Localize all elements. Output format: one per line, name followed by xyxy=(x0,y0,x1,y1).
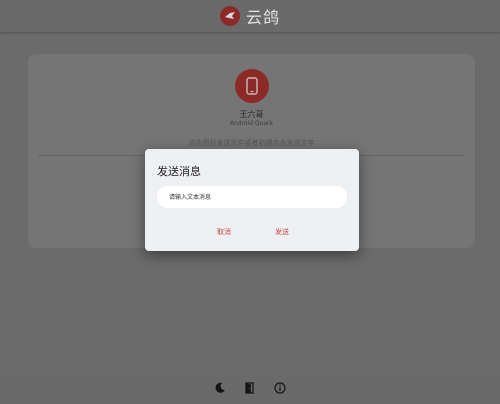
pigeon-logo-icon xyxy=(219,6,240,26)
device-avatar[interactable] xyxy=(235,69,269,103)
bottom-toolbar xyxy=(0,372,500,404)
send-button[interactable]: 发送 xyxy=(271,225,293,239)
message-input[interactable] xyxy=(157,186,347,208)
smartphone-icon xyxy=(246,77,258,95)
door-icon[interactable] xyxy=(242,380,258,396)
moon-icon[interactable] xyxy=(212,380,228,396)
send-hint: 点击图标发送文件或者右键点击发送文字 xyxy=(188,139,315,147)
send-message-dialog: 发送消息 取消 发送 xyxy=(145,149,359,251)
info-icon[interactable] xyxy=(272,380,288,396)
cancel-button[interactable]: 取消 xyxy=(213,225,235,239)
dialog-title: 发送消息 xyxy=(157,165,201,178)
device-name: 王六哥 xyxy=(239,110,264,119)
app-header: 云鸽 xyxy=(0,0,500,32)
device-model: Android Quark xyxy=(229,120,274,127)
app-title: 云鸽 xyxy=(245,8,280,27)
